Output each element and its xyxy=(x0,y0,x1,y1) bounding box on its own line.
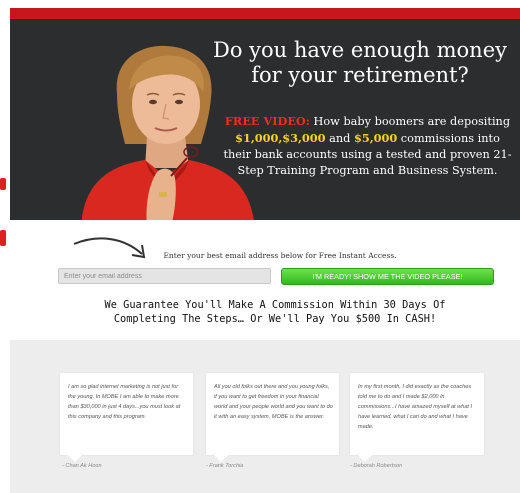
subcopy-and: and xyxy=(325,132,354,145)
testimonial-card: I am so glad internet marketing is not j… xyxy=(60,373,193,462)
amount-5000: $5,000 xyxy=(353,131,398,145)
hero-banner: Do you have enough money for your retire… xyxy=(10,8,520,220)
guarantee-line-2: Completing The Steps… Or We'll Pay You $… xyxy=(113,313,437,325)
testimonial-quote: All you old folks out there and you youn… xyxy=(214,384,333,420)
testimonial-card: In my first month, I did exactly as the … xyxy=(350,373,484,462)
guarantee-line-1: We Guarantee You'll Make A Commission Wi… xyxy=(104,299,446,311)
testimonial-author: - Frank Torchia xyxy=(206,463,244,469)
landing-page: Do you have enough money for your retire… xyxy=(0,0,520,493)
free-video-label: FREE VIDEO: xyxy=(224,114,310,128)
amount-3000: $3,000 xyxy=(282,131,326,145)
amount-1000: $1,000, xyxy=(235,131,283,145)
testimonial-author: - Deborah Robertson xyxy=(350,463,403,469)
hero-subcopy: FREE VIDEO: How baby boomers are deposit… xyxy=(220,113,515,179)
email-prompt: Enter your best email address below for … xyxy=(163,251,397,260)
show-video-button[interactable]: I'M READY! SHOW ME THE VIDEO PLEASE! xyxy=(281,268,494,285)
headline: Do you have enough money for your retire… xyxy=(200,38,520,88)
red-arrow-fragment-top xyxy=(0,178,6,190)
email-input[interactable] xyxy=(58,268,271,284)
guarantee-text: We Guarantee You'll Make A Commission Wi… xyxy=(40,298,510,326)
testimonial-card: All you old folks out there and you youn… xyxy=(206,373,339,462)
top-red-bar xyxy=(10,8,520,19)
headline-line-2: for your retirement? xyxy=(251,63,469,87)
red-arrow-fragment-bottom xyxy=(0,230,6,246)
subcopy-part-1: How baby boomers are depositing xyxy=(309,115,511,128)
testimonials-section: I am so glad internet marketing is not j… xyxy=(10,340,520,493)
headline-line-1: Do you have enough money xyxy=(212,38,507,62)
testimonial-author: - Chan Ak Hoon xyxy=(62,463,102,469)
testimonial-quote: In my first month, I did exactly as the … xyxy=(358,384,473,430)
testimonial-quote: I am so glad internet marketing is not j… xyxy=(68,384,181,420)
optin-section: Enter your best email address below for … xyxy=(10,220,520,340)
